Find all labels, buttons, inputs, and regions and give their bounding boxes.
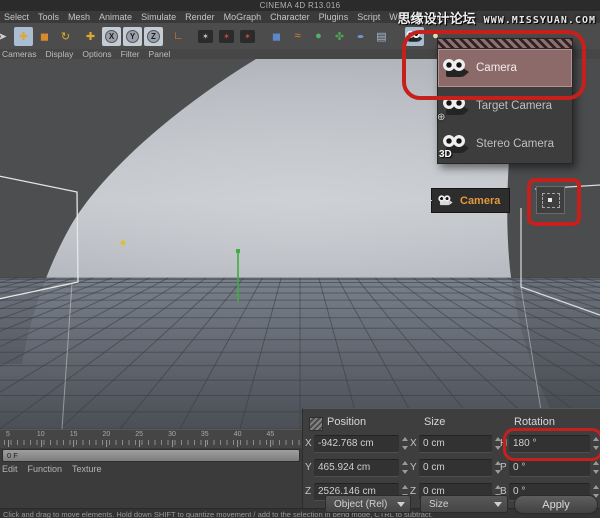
coordinate-system-icon[interactable]: ∟ xyxy=(169,27,188,46)
coordinate-mode-dropdown[interactable]: Object (Rel) xyxy=(325,495,411,513)
main-menu-item[interactable]: MoGraph xyxy=(224,12,262,22)
ruler-tick-40: 40 xyxy=(234,431,242,438)
camera-dropdown-menu: Camera ⊕ Target Camera 3D Stereo Camera xyxy=(437,38,573,164)
dropdown-tearoff-strip[interactable] xyxy=(438,39,572,49)
timeline-ruler[interactable]: 5 10 15 20 25 30 35 40 45 xyxy=(0,429,302,448)
dropdown-items: Camera ⊕ Target Camera 3D Stereo Camera xyxy=(438,49,572,163)
hud-camera-label: Camera xyxy=(460,195,500,207)
spinner-control[interactable] xyxy=(401,437,409,450)
spinner-control[interactable] xyxy=(401,461,409,474)
viewport-menu-item[interactable]: Options xyxy=(82,49,111,59)
coordinate-row-y: Y 465.924 cm xyxy=(305,458,409,477)
lock-x-axis-icon[interactable]: X xyxy=(102,27,121,46)
lock-z-axis-icon[interactable]: Z xyxy=(144,27,163,46)
camera-menu-item-camera[interactable]: Camera xyxy=(438,49,572,87)
coordinates-panel: Position Size Rotation X -942.768 cm Y 4… xyxy=(302,408,600,508)
main-menu-item[interactable]: Character xyxy=(270,12,310,22)
add-spline-icon[interactable]: ≈ xyxy=(288,27,307,46)
main-menu-item[interactable]: Select xyxy=(4,12,29,22)
rotation-header: Rotation xyxy=(514,416,555,428)
coordinate-row-p: P 0 ° xyxy=(500,458,600,477)
animation-menu-item[interactable]: Edit xyxy=(2,464,18,474)
ruler-tick-20: 20 xyxy=(102,431,110,438)
animation-menu-item[interactable]: Texture xyxy=(72,464,102,474)
status-bar: Click and drag to move elements. Hold do… xyxy=(0,508,600,518)
coordinate-row-h: H 180 ° xyxy=(500,434,600,453)
render-view-icon[interactable]: ✶ xyxy=(196,27,215,46)
add-cube-icon[interactable]: ◼ xyxy=(267,27,286,46)
main-menu-item[interactable]: Help xyxy=(430,12,449,22)
size-mode-dropdown[interactable]: Size xyxy=(420,495,508,513)
hud-camera-toggle-icon xyxy=(542,193,560,208)
animation-timeline-area: 5 10 15 20 25 30 35 40 45 0 F Edit Function Textur… xyxy=(0,429,302,508)
titlebar: CINEMA 4D R13.016 xyxy=(0,0,600,11)
main-menu-item[interactable]: Mesh xyxy=(68,12,90,22)
apply-button[interactable]: Apply xyxy=(514,495,598,514)
live-selection-icon[interactable]: ➤ xyxy=(0,27,12,46)
main-menu-item[interactable]: Render xyxy=(185,12,215,22)
main-menu-item[interactable]: Tools xyxy=(38,12,59,22)
viewport-menu-item[interactable]: Display xyxy=(45,49,73,59)
value-field[interactable]: 0 ° xyxy=(509,459,590,477)
coordinate-row-x: X 0 cm xyxy=(410,434,502,453)
ruler-tick-45: 45 xyxy=(266,431,274,438)
render-picture-viewer-icon[interactable]: ✶ xyxy=(217,27,236,46)
rotate-tool-icon[interactable]: ↻ xyxy=(56,27,75,46)
panel-grip-icon[interactable] xyxy=(309,417,323,431)
value-field[interactable]: -942.768 cm xyxy=(314,435,399,453)
ruler-tick-35: 35 xyxy=(201,431,209,438)
chevron-down-icon xyxy=(494,502,502,507)
animation-menubar: Edit Function Texture xyxy=(2,463,102,475)
viewport-menu-item[interactable]: Filter xyxy=(121,49,140,59)
add-environment-icon[interactable]: ● xyxy=(351,27,370,46)
coordinate-row-x: X -942.768 cm xyxy=(305,434,409,453)
add-camera-icon[interactable] xyxy=(405,27,424,46)
position-header: Position xyxy=(327,416,366,428)
current-frame-label: 0 F xyxy=(3,451,18,460)
animation-menu-item[interactable]: Function xyxy=(28,464,63,474)
cinema4d-window: CINEMA 4D R13.016 思缘设计论坛 WWW.MISSYUAN.CO… xyxy=(0,0,600,518)
viewport-menu-item[interactable]: Panel xyxy=(149,49,171,59)
view-layout-icon[interactable]: ▤ xyxy=(372,27,391,46)
main-menu-item[interactable]: Animate xyxy=(99,12,132,22)
main-menu-item[interactable]: Script xyxy=(357,12,380,22)
chevron-down-icon xyxy=(397,502,405,507)
timeline-scrubber[interactable]: 0 F xyxy=(2,449,300,462)
camera-icon xyxy=(438,195,453,205)
target-camera-icon: ⊕ xyxy=(438,97,476,116)
main-menu-item[interactable]: Simulate xyxy=(141,12,176,22)
main-menu-item[interactable]: Window xyxy=(389,12,421,22)
size-header: Size xyxy=(424,416,445,428)
ruler-tick-25: 25 xyxy=(135,431,143,438)
last-tool-icon[interactable]: ✚ xyxy=(81,27,100,46)
hud-camera-object-chip[interactable]: Camera xyxy=(431,188,510,213)
render-settings-icon[interactable]: ✶ xyxy=(238,27,257,46)
ruler-tick-30: 30 xyxy=(168,431,176,438)
value-field[interactable]: 0 cm xyxy=(419,435,492,453)
viewport-menu-item[interactable]: Cameras xyxy=(2,49,36,59)
lock-y-axis-icon[interactable]: Y xyxy=(123,27,142,46)
ruler-tick-5: 5 xyxy=(6,431,10,438)
add-deformer-icon[interactable]: ✤ xyxy=(330,27,349,46)
ruler-tick-10: 10 xyxy=(37,431,45,438)
spinner-control[interactable] xyxy=(592,437,600,450)
value-field[interactable]: 180 ° xyxy=(509,435,590,453)
hud-camera-toggle-button[interactable] xyxy=(536,186,565,214)
stereo-camera-icon: 3D xyxy=(438,135,476,154)
camera-menu-item-stereo-camera[interactable]: 3D Stereo Camera xyxy=(438,125,572,163)
spinner-control[interactable] xyxy=(592,461,600,474)
camera-menu-item-target-camera[interactable]: ⊕ Target Camera xyxy=(438,87,572,125)
ruler-tick-15: 15 xyxy=(70,431,78,438)
main-menu-item[interactable]: Plugins xyxy=(319,12,349,22)
value-field[interactable]: 465.924 cm xyxy=(314,459,399,477)
value-field[interactable]: 0 cm xyxy=(419,459,492,477)
move-tool-icon[interactable]: ✚ xyxy=(14,27,33,46)
scale-tool-icon[interactable]: ◼ xyxy=(35,27,54,46)
coordinate-row-y: Y 0 cm xyxy=(410,458,502,477)
window-title: CINEMA 4D R13.016 xyxy=(260,1,341,10)
add-subdivision-surface-icon[interactable]: ● xyxy=(309,27,328,46)
camera-icon xyxy=(438,59,476,78)
